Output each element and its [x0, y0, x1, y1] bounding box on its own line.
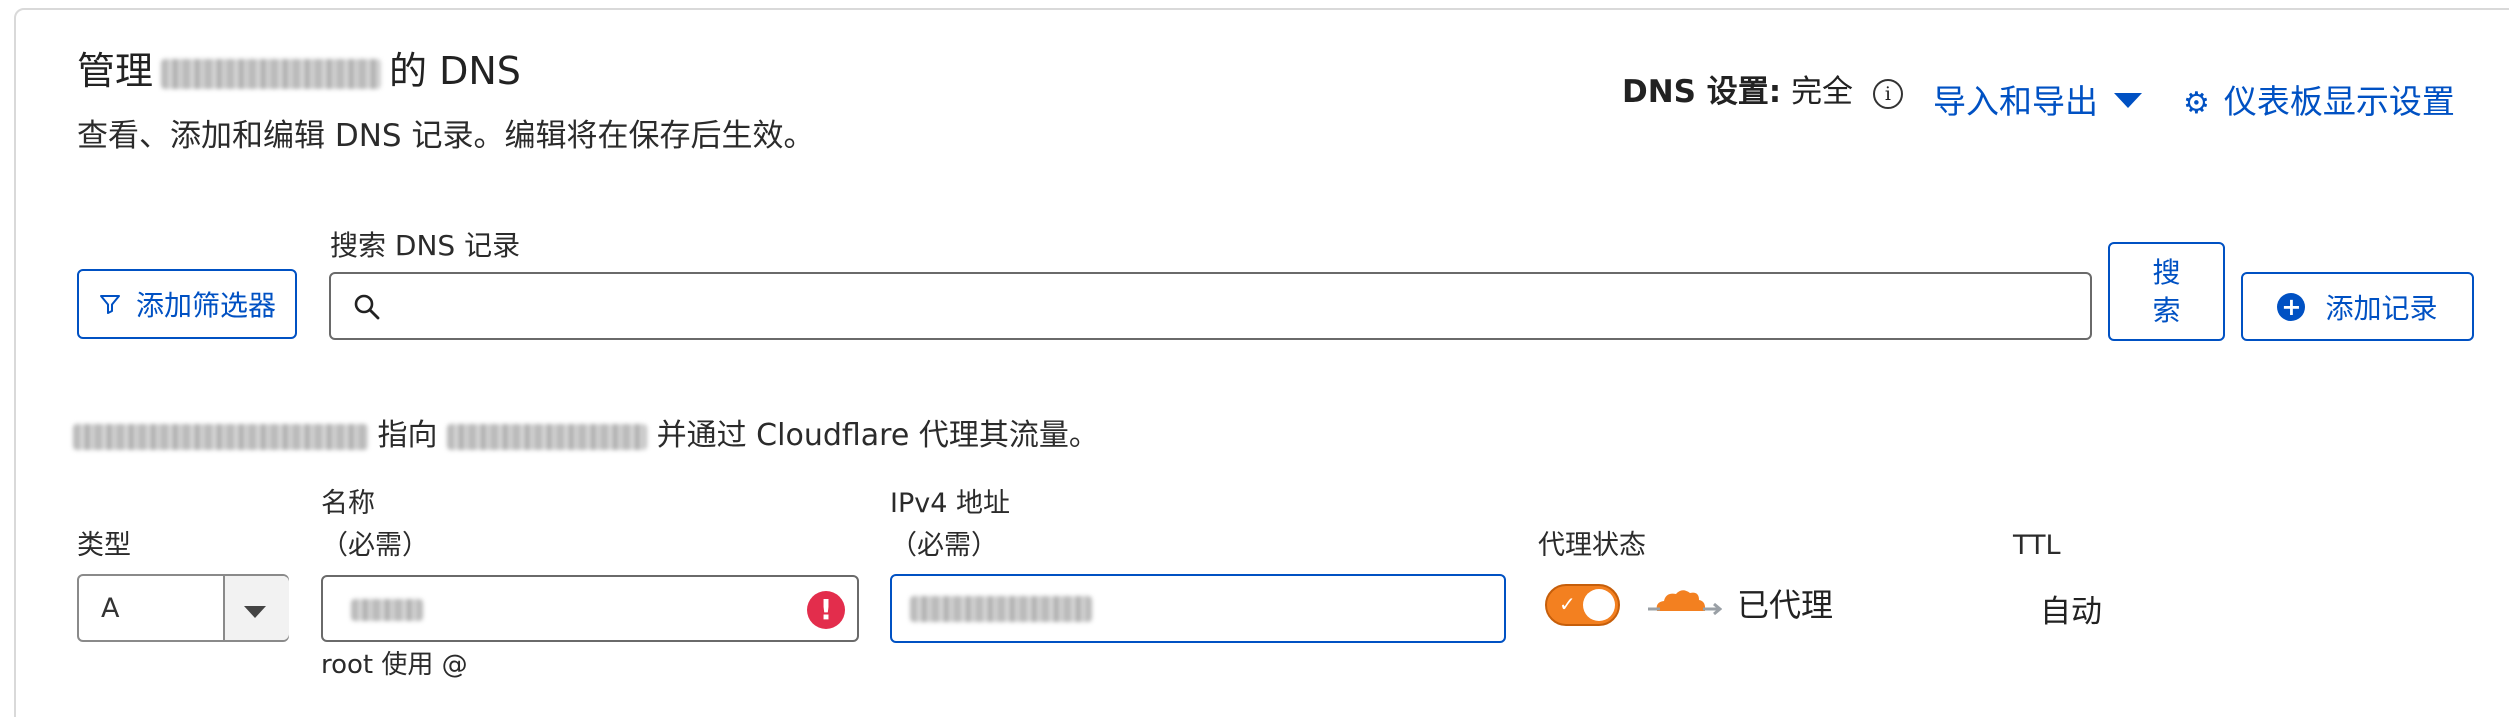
page-description: 查看、添加和编辑 DNS 记录。编辑将在保存后生效。: [77, 118, 815, 154]
error-icon: !: [807, 591, 845, 629]
page-title-suffix: 的 DNS: [389, 49, 521, 93]
gear-icon: ⚙: [2183, 86, 2210, 121]
dns-setting-label: DNS 设置:: [1622, 74, 1782, 110]
plus-circle-icon: +: [2277, 292, 2306, 321]
page-title-prefix: 管理: [77, 49, 154, 93]
add-record-button[interactable]: + 添加记录: [2241, 272, 2474, 341]
chevron-down-icon: [244, 606, 266, 618]
add-filter-label: 添加筛选器: [135, 289, 276, 322]
notice-proxied: 并通过 Cloudflare 代理其流量。: [656, 418, 1099, 453]
notice-points-to: 指向: [377, 418, 438, 453]
filter-icon: [99, 295, 120, 314]
ipv4-field[interactable]: [890, 574, 1506, 643]
name-required: （必需）: [321, 530, 429, 561]
type-label: 类型: [77, 530, 131, 561]
proxy-status-text: 已代理: [1737, 586, 1834, 624]
type-select-divider: [223, 576, 225, 640]
dns-setting-value: 完全: [1791, 74, 1854, 110]
name-hint: root 使用 @: [321, 650, 468, 680]
search-icon: [354, 294, 380, 320]
page-title: 管理 的 DNS: [77, 40, 521, 95]
redacted-hostname: [73, 423, 368, 450]
check-icon: ✓: [1559, 592, 1576, 616]
record-preview-notice: 指向 并通过 Cloudflare 代理其流量。: [73, 410, 1099, 454]
toggle-knob: [1583, 589, 1615, 621]
type-select[interactable]: A: [77, 574, 289, 642]
proxy-toggle[interactable]: ✓: [1545, 584, 1620, 626]
dns-setting: DNS 设置: 完全 i: [1622, 66, 1903, 111]
search-label: 搜索 DNS 记录: [330, 229, 521, 262]
info-icon[interactable]: i: [1872, 79, 1903, 109]
search-button[interactable]: 搜 索: [2108, 242, 2225, 341]
ipv4-required: （必需）: [890, 530, 998, 561]
add-filter-button[interactable]: 添加筛选器: [77, 269, 297, 339]
dashboard-settings-label: 仪表板显示设置: [2223, 82, 2455, 121]
redacted-ip: [447, 423, 648, 450]
add-record-label: 添加记录: [2325, 291, 2438, 325]
caret-down-icon: [2114, 93, 2142, 108]
search-button-line2: 索: [2152, 293, 2181, 327]
name-label: 名称: [321, 488, 375, 519]
name-field[interactable]: !: [321, 575, 859, 642]
dashboard-display-settings-link[interactable]: ⚙ 仪表板显示设置: [2183, 75, 2455, 123]
ttl-label: TTL: [2013, 530, 2061, 561]
search-button-line1: 搜: [2152, 255, 2181, 289]
proxy-status-label: 代理状态: [1538, 530, 1646, 561]
cloud-icon: [1648, 590, 1722, 616]
type-value: A: [101, 593, 120, 624]
redacted-ipv4-value: [910, 596, 1092, 622]
redacted-name-value: [351, 599, 423, 621]
redacted-domain: [161, 58, 382, 89]
ipv4-label: IPv4 地址: [890, 488, 1010, 519]
search-input[interactable]: [329, 272, 2092, 340]
import-export-dropdown[interactable]: 导入和导出: [1933, 75, 2142, 123]
import-export-label: 导入和导出: [1933, 82, 2098, 121]
ttl-value: 自动: [2040, 594, 2102, 630]
